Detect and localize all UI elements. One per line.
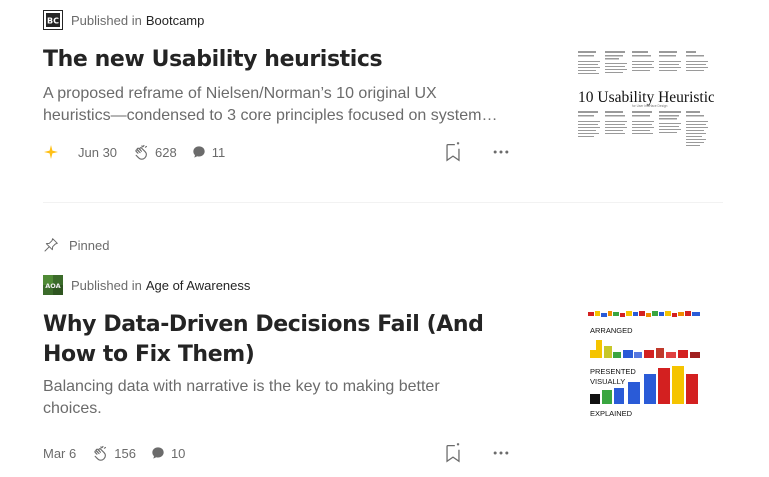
thumbnail-label-arranged: ARRANGED <box>590 326 633 335</box>
response-count[interactable]: 11 <box>191 144 226 160</box>
bootcamp-logo-icon[interactable]: BC <box>43 10 63 30</box>
article-actions <box>441 441 513 465</box>
article-meta: Jun 30 628 11 <box>43 140 513 164</box>
response-count-value: 11 <box>211 144 226 160</box>
thumbnail-label-presented: PRESENTED <box>590 367 636 376</box>
usability-heuristics-thumbnail: 10 Usability Heuristics for User Interfa… <box>574 45 714 153</box>
publication-prefix: Published in <box>71 12 142 28</box>
article-thumbnail-2[interactable]: ARRANGED PRESENTED VISUALLY EXPLAINED <box>586 310 704 420</box>
clap-count-value: 628 <box>155 144 177 160</box>
publication-link[interactable]: Age of Awareness <box>146 278 251 293</box>
thumbnail-label-visually: VISUALLY <box>590 377 625 386</box>
more-button[interactable] <box>489 140 513 164</box>
article-title[interactable]: The new Usability heuristics <box>43 45 513 75</box>
bookmark-add-icon <box>446 142 460 162</box>
response-count-value: 10 <box>170 445 186 461</box>
article-thumbnail-1[interactable]: 10 Usability Heuristics for User Interfa… <box>574 45 714 153</box>
thumbnail-caption: for User Interface Design <box>632 104 668 108</box>
more-icon <box>493 150 509 154</box>
bookmark-button[interactable] <box>441 441 465 465</box>
svg-text:AOA: AOA <box>45 282 60 290</box>
pinned-label: Pinned <box>69 237 110 253</box>
publication-link[interactable]: Bootcamp <box>146 13 205 28</box>
more-button[interactable] <box>489 441 513 465</box>
pinned-indicator: Pinned <box>43 234 109 256</box>
clap-icon <box>135 144 148 160</box>
member-only-badge[interactable] <box>43 144 64 160</box>
clap-count-value: 156 <box>114 445 136 461</box>
article-meta: Mar 6 156 10 <box>43 441 513 465</box>
clap-icon <box>94 445 107 461</box>
response-bubble-icon <box>152 447 164 459</box>
sparkle-star-icon <box>44 145 58 159</box>
data-arranged-thumbnail: ARRANGED PRESENTED VISUALLY EXPLAINED <box>586 310 704 420</box>
article-subtitle[interactable]: A proposed reframe of Nielsen/Norman’s 1… <box>43 83 498 127</box>
more-icon <box>493 451 509 455</box>
publish-date: Jun 30 <box>78 144 118 160</box>
article-actions <box>441 140 513 164</box>
clap-count[interactable]: 156 <box>92 445 136 462</box>
response-count[interactable]: 10 <box>150 445 185 461</box>
publication-row: BC Published in Bootcamp <box>43 9 728 31</box>
publish-date: Mar 6 <box>43 445 77 461</box>
publication-prefix: Published in <box>71 277 142 293</box>
svg-text:BC: BC <box>47 17 59 26</box>
bookmark-add-icon <box>446 443 460 463</box>
article-title[interactable]: Why Data-Driven Decisions Fail (And How … <box>43 310 513 370</box>
thumbnail-label-explained: EXPLAINED <box>590 409 633 418</box>
pin-icon <box>44 238 58 252</box>
article-divider <box>43 202 723 203</box>
response-bubble-icon <box>193 146 205 158</box>
article-subtitle[interactable]: Balancing data with narrative is the key… <box>43 376 498 420</box>
age-of-awareness-logo-icon[interactable]: AOA <box>43 275 63 295</box>
publication-row: AOA Published in Age of Awareness <box>43 274 728 296</box>
clap-count[interactable]: 628 <box>133 144 177 161</box>
bookmark-button[interactable] <box>441 140 465 164</box>
